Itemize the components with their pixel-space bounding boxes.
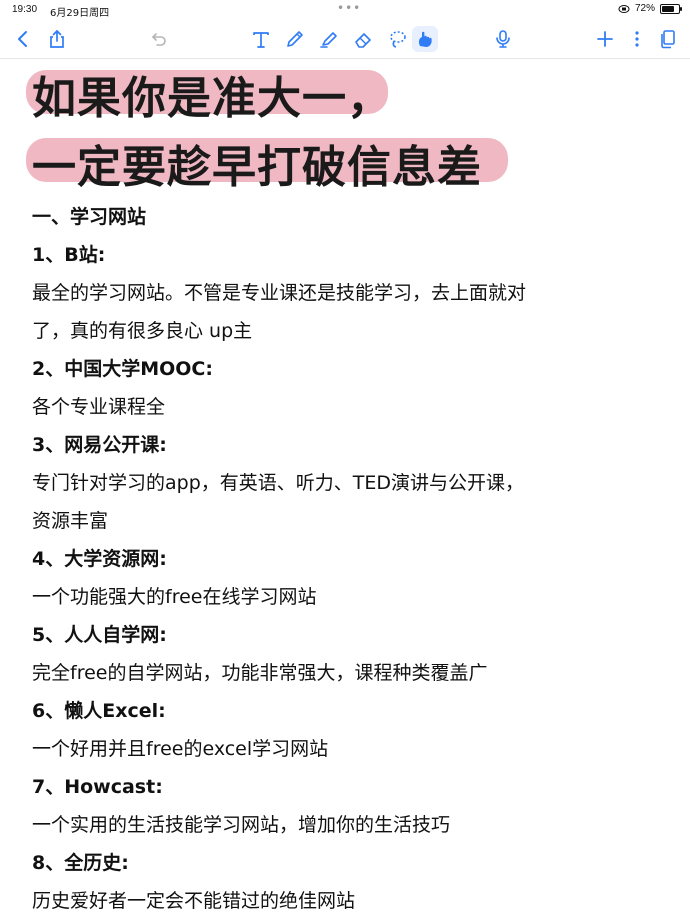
status-bar: 19:30 6月29日周四 ••• 72% xyxy=(0,0,690,20)
multitask-dots[interactable]: ••• xyxy=(337,1,361,15)
item-heading: 1、B站: xyxy=(32,244,106,266)
more-icon[interactable] xyxy=(624,26,650,52)
status-date: 6月29日周四 xyxy=(50,8,110,19)
item-desc: 了，真的有很多良心 up主 xyxy=(32,320,253,342)
item-heading: 5、人人自学网: xyxy=(32,624,167,646)
battery-percent: 72% xyxy=(634,3,655,14)
item-desc: 完全free的自学网站，功能非常强大，课程种类覆盖广 xyxy=(32,662,488,684)
item-desc: 资源丰富 xyxy=(32,510,109,532)
toolbar xyxy=(0,20,690,59)
item-desc: 一个功能强大的free在线学习网站 xyxy=(32,586,317,608)
share-icon[interactable] xyxy=(44,26,70,52)
title-line-1: 如果你是准大一， xyxy=(32,73,392,124)
undo-icon[interactable] xyxy=(146,26,172,52)
item-heading: 7、Howcast: xyxy=(32,776,163,798)
section-heading: 一、学习网站 xyxy=(32,206,147,228)
item-desc: 最全的学习网站。不管是专业课还是技能学习，去上面就对 xyxy=(32,282,527,304)
item-heading: 2、中国大学MOOC: xyxy=(32,358,213,380)
item-desc: 专门针对学习的app，有英语、听力、TED演讲与公开课， xyxy=(32,472,525,494)
item-desc: 各个专业课程全 xyxy=(32,396,166,418)
back-icon[interactable] xyxy=(10,26,36,52)
item-heading: 8、全历史: xyxy=(32,852,129,874)
mic-icon[interactable] xyxy=(490,26,516,52)
item-heading: 6、懒人Excel: xyxy=(32,700,166,722)
hand-draw-icon[interactable] xyxy=(412,26,438,52)
eraser-icon[interactable] xyxy=(350,26,376,52)
lasso-icon[interactable] xyxy=(384,26,410,52)
text-icon[interactable] xyxy=(248,26,274,52)
battery-icon xyxy=(660,3,682,14)
pages-icon[interactable] xyxy=(655,26,681,52)
status-right: 72% xyxy=(618,3,682,14)
title-line-2: 一定要趁早打破信息差 xyxy=(32,142,482,193)
orientation-lock-icon xyxy=(618,4,630,13)
item-heading: 4、大学资源网: xyxy=(32,548,167,570)
pen-icon[interactable] xyxy=(282,26,308,52)
item-desc: 一个好用并且free的excel学习网站 xyxy=(32,738,329,760)
item-desc: 一个实用的生活技能学习网站，增加你的生活技巧 xyxy=(32,814,451,836)
item-desc: 历史爱好者一定会不能错过的绝佳网站 xyxy=(32,890,356,912)
highlighter-icon[interactable] xyxy=(316,26,342,52)
item-heading: 3、网易公开课: xyxy=(32,434,167,456)
add-icon[interactable] xyxy=(592,26,618,52)
status-time: 19:30 xyxy=(12,4,38,15)
